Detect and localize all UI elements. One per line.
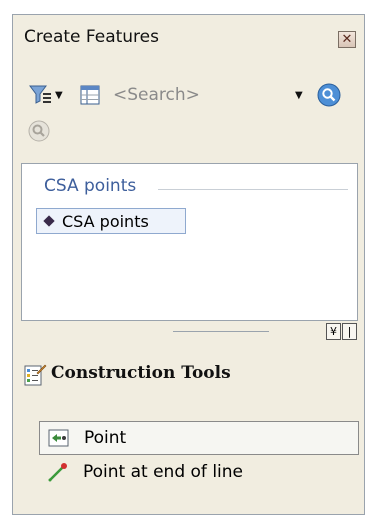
search-input[interactable]: <Search>: [113, 81, 233, 109]
filter-icon[interactable]: [28, 79, 52, 111]
search-dropdown-icon[interactable]: ▼: [295, 79, 307, 111]
splitter-handle: [173, 331, 269, 332]
point-symbol-icon: [43, 215, 55, 227]
filter-dropdown-icon[interactable]: ▼: [55, 79, 67, 111]
point-tool-icon: [48, 427, 70, 449]
title-bar: Create Features ✕: [13, 15, 364, 53]
templates-panel: CSA points CSA points: [21, 163, 358, 321]
template-item-label: CSA points: [62, 211, 149, 231]
template-item[interactable]: CSA points: [36, 208, 186, 234]
window-title: Create Features: [24, 27, 159, 47]
tool-item-label: Point: [84, 428, 127, 448]
pane-toggle-button[interactable]: |: [342, 323, 357, 340]
toolbar: ▼ <Search> ▼: [13, 79, 364, 119]
organize-templates-icon[interactable]: [79, 79, 103, 111]
template-group-header: CSA points: [44, 176, 137, 196]
collapse-button[interactable]: ¥: [326, 323, 341, 340]
tool-item-point-at-end-of-line[interactable]: Point at end of line: [39, 455, 243, 489]
pane-icon: |: [347, 325, 352, 338]
line-end-point-icon: [47, 461, 69, 483]
construction-tools-header: Construction Tools: [13, 361, 364, 397]
tool-item-label: Point at end of line: [83, 462, 243, 482]
close-icon: ✕: [341, 32, 353, 47]
create-features-window: Create Features ✕ ▼ <Search> ▼ CSA point…: [12, 14, 365, 515]
construction-tools-title: Construction Tools: [51, 363, 231, 383]
tool-item-point[interactable]: Point: [39, 421, 359, 455]
clear-search-icon[interactable]: [27, 119, 53, 145]
search-icon[interactable]: [317, 79, 343, 111]
panel-splitter[interactable]: ¥ |: [13, 321, 364, 351]
double-chevron-down-icon: ¥: [330, 325, 337, 338]
construction-tools-icon: [23, 363, 47, 387]
close-button[interactable]: ✕: [338, 31, 356, 48]
group-divider: [158, 189, 348, 190]
